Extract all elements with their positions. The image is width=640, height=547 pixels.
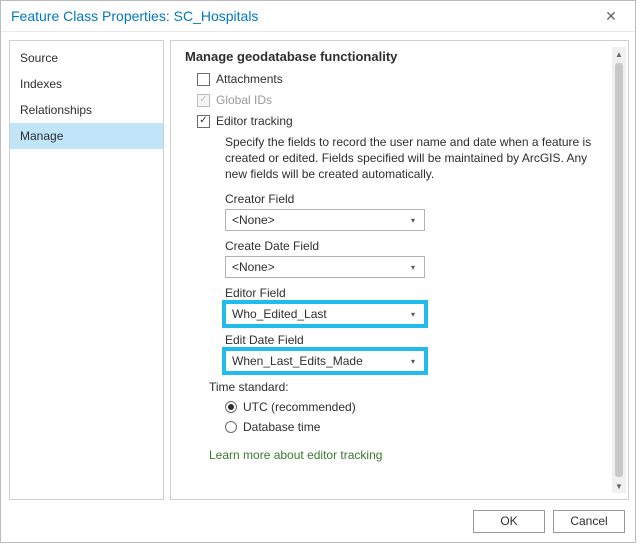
chevron-down-icon: ▾ [406,310,420,319]
radio-db-row[interactable]: Database time [225,420,624,434]
cancel-button[interactable]: Cancel [553,510,625,533]
scrollbar[interactable]: ▲ ▼ [612,47,626,493]
editor-field-group: Editor Field Who_Edited_Last ▾ [225,286,624,325]
attachments-row: Attachments [197,70,624,88]
create-date-field-group: Create Date Field <None> ▾ [225,239,624,278]
section-heading: Manage geodatabase functionality [185,49,624,64]
button-label: OK [500,514,517,528]
combo-value: <None> [232,213,406,227]
combo-value: Who_Edited_Last [232,307,406,321]
main-content: Manage geodatabase functionality Attachm… [171,41,628,499]
sidebar-item-source[interactable]: Source [10,45,163,71]
editor-field-combo[interactable]: Who_Edited_Last ▾ [225,303,425,325]
chevron-down-icon: ▾ [406,263,420,272]
radio-db-label: Database time [243,420,320,434]
editor-tracking-label: Editor tracking [216,112,293,130]
dialog-window: Feature Class Properties: SC_Hospitals ✕… [0,0,636,543]
globalids-row: Global IDs [197,91,624,109]
sidebar-item-indexes[interactable]: Indexes [10,71,163,97]
editor-tracking-row: Editor tracking [197,112,624,130]
create-date-field-combo[interactable]: <None> ▾ [225,256,425,278]
combo-value: When_Last_Edits_Made [232,354,406,368]
globalids-checkbox [197,94,210,107]
editor-field-label: Editor Field [225,286,624,300]
window-title: Feature Class Properties: SC_Hospitals [11,8,595,24]
titlebar: Feature Class Properties: SC_Hospitals ✕ [1,1,635,32]
combo-value: <None> [232,260,406,274]
creator-field-group: Creator Field <None> ▾ [225,192,624,231]
sidebar-item-label: Manage [20,129,63,143]
chevron-down-icon: ▾ [406,357,420,366]
sidebar-item-label: Source [20,51,58,65]
radio-utc-label: UTC (recommended) [243,400,356,414]
sidebar-item-relationships[interactable]: Relationships [10,97,163,123]
scroll-thumb[interactable] [615,63,623,477]
creator-field-label: Creator Field [225,192,624,206]
edit-date-field-combo[interactable]: When_Last_Edits_Made ▾ [225,350,425,372]
learn-more-link[interactable]: Learn more about editor tracking [209,448,624,462]
ok-button[interactable]: OK [473,510,545,533]
scroll-down-icon[interactable]: ▼ [612,479,626,493]
globalids-label: Global IDs [216,91,272,109]
sidebar: Source Indexes Relationships Manage [9,40,164,500]
editor-tracking-checkbox[interactable] [197,115,210,128]
main-panel: Manage geodatabase functionality Attachm… [170,40,629,500]
button-label: Cancel [570,514,607,528]
sidebar-item-label: Indexes [20,77,62,91]
close-button[interactable]: ✕ [595,4,627,28]
radio-utc-row[interactable]: UTC (recommended) [225,400,624,414]
radio-db[interactable] [225,421,237,433]
sidebar-item-manage[interactable]: Manage [10,123,163,149]
create-date-field-label: Create Date Field [225,239,624,253]
editor-tracking-description: Specify the fields to record the user na… [225,134,594,182]
creator-field-combo[interactable]: <None> ▾ [225,209,425,231]
radio-utc[interactable] [225,401,237,413]
chevron-down-icon: ▾ [406,216,420,225]
edit-date-field-label: Edit Date Field [225,333,624,347]
time-standard-label: Time standard: [209,380,624,394]
dialog-footer: OK Cancel [1,500,635,542]
close-icon: ✕ [605,8,617,25]
sidebar-item-label: Relationships [20,103,92,117]
dialog-body: Source Indexes Relationships Manage Mana… [1,32,635,500]
scroll-up-icon[interactable]: ▲ [612,47,626,61]
edit-date-field-group: Edit Date Field When_Last_Edits_Made ▾ [225,333,624,372]
attachments-label: Attachments [216,70,283,88]
attachments-checkbox[interactable] [197,73,210,86]
